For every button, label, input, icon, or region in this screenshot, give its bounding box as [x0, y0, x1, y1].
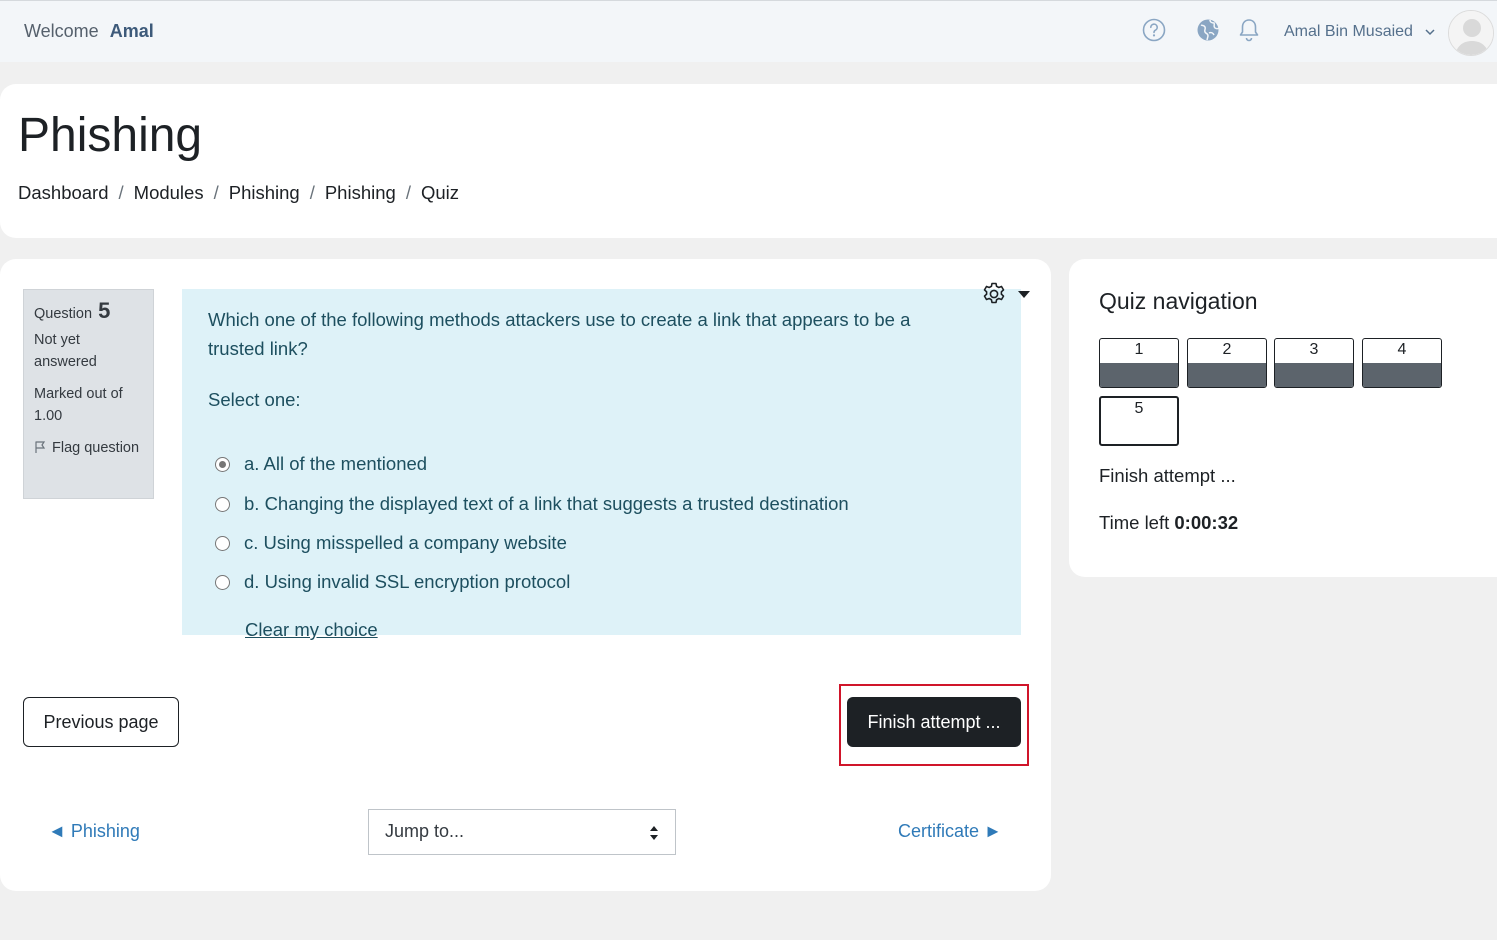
select-one-prompt: Select one:: [208, 389, 301, 410]
question-formulation: Which one of the following methods attac…: [182, 289, 1021, 640]
radio-button[interactable]: [215, 496, 230, 512]
breadcrumb-separator: /: [118, 182, 124, 203]
flag-question-label: Flag question: [52, 440, 140, 456]
question-info-panel: Question 5 Not yet answered Marked out o…: [23, 289, 154, 499]
question-mark: Marked out of 1.00: [34, 386, 123, 424]
page-title: Phishing: [18, 109, 203, 162]
previous-activity-link[interactable]: ◄ Phishing: [48, 821, 140, 842]
gear-icon[interactable]: [981, 281, 1007, 307]
user-silhouette-icon: [1449, 11, 1493, 55]
next-activity-link[interactable]: Certificate ►: [898, 821, 1002, 842]
flag-question-toggle[interactable]: Flag question: [34, 437, 143, 459]
answer-option-c[interactable]: c. Using misspelled a company website: [215, 532, 567, 554]
quiz-nav-question-3[interactable]: 3: [1274, 338, 1354, 388]
breadcrumb-item-dashboard[interactable]: Dashboard: [18, 182, 109, 204]
breadcrumb-item-quiz[interactable]: Quiz: [421, 182, 459, 204]
quiz-navigation-block: Quiz navigation 1 2 3 4 5 Finish attempt…: [1069, 259, 1497, 577]
question-text: Which one of the following methods attac…: [208, 309, 911, 359]
quiz-nav-question-5[interactable]: 5: [1099, 396, 1179, 446]
jump-to-select[interactable]: Jump to...: [368, 809, 676, 855]
answer-option-label: a. All of the mentioned: [244, 453, 428, 474]
quiz-nav-question-4[interactable]: 4: [1362, 338, 1442, 388]
jump-to-value: Jump to...: [385, 821, 465, 841]
question-label: Question: [34, 306, 93, 322]
select-arrows-icon: [650, 826, 658, 840]
bell-icon[interactable]: [1236, 17, 1262, 43]
breadcrumb-separator: /: [405, 182, 411, 203]
user-menu-name[interactable]: Amal Bin Musaied: [1284, 23, 1413, 41]
answer-option-label: c. Using misspelled a company website: [244, 532, 567, 553]
answer-option-label: b. Changing the displayed text of a link…: [244, 493, 849, 514]
welcome-label: Welcome: [24, 21, 99, 41]
avatar[interactable]: [1448, 10, 1494, 56]
question-number: 5: [98, 298, 111, 323]
question-status-bar: [1188, 363, 1266, 387]
time-left-label: Time left: [1099, 512, 1170, 533]
question-status-bar: [1275, 363, 1353, 387]
top-navbar: Welcome Amal Amal Bin Musaied: [0, 0, 1497, 62]
quiz-nav-number: 1: [1134, 341, 1144, 358]
question-status-bar: [1100, 363, 1178, 387]
help-icon[interactable]: [1141, 17, 1167, 43]
answer-option-label: d. Using invalid SSL encryption protocol: [244, 571, 571, 592]
breadcrumb-item-course[interactable]: Phishing: [229, 182, 300, 204]
welcome-text: Welcome Amal: [24, 21, 154, 42]
radio-button[interactable]: [215, 535, 230, 551]
question-status-bar: [1363, 363, 1441, 387]
quiz-nav-number: 4: [1397, 341, 1407, 358]
quiz-nav-question-1[interactable]: 1: [1099, 338, 1179, 388]
welcome-name: Amal: [109, 21, 154, 41]
quiz-nav-question-2[interactable]: 2: [1187, 338, 1267, 388]
time-left: Time left 0:00:32: [1099, 512, 1238, 534]
radio-button[interactable]: [215, 574, 230, 590]
time-left-value: 0:00:32: [1174, 512, 1239, 533]
breadcrumb-separator: /: [213, 182, 219, 203]
quiz-main-region: Question 5 Not yet answered Marked out o…: [0, 259, 1051, 891]
breadcrumb-separator: /: [309, 182, 315, 203]
quiz-navigation-title: Quiz navigation: [1099, 288, 1258, 314]
quiz-nav-number: 2: [1222, 341, 1232, 358]
breadcrumb: Dashboard / Modules / Phishing / Phishin…: [18, 182, 459, 204]
flag-icon: [35, 441, 46, 453]
chevron-down-icon[interactable]: [1423, 25, 1437, 39]
answer-option-d[interactable]: d. Using invalid SSL encryption protocol: [215, 571, 570, 593]
finish-attempt-button[interactable]: Finish attempt ...: [847, 697, 1021, 747]
page-header: Phishing Dashboard / Modules / Phishing …: [0, 84, 1497, 238]
sidebar-finish-attempt-link[interactable]: Finish attempt ...: [1099, 465, 1236, 487]
answer-option-b[interactable]: b. Changing the displayed text of a link…: [215, 493, 849, 515]
clear-choice-link[interactable]: Clear my choice: [245, 619, 378, 641]
answer-option-a[interactable]: a. All of the mentioned: [215, 453, 427, 475]
radio-button[interactable]: [215, 456, 230, 472]
quiz-nav-number: 5: [1134, 400, 1144, 417]
globe-icon[interactable]: [1195, 17, 1221, 43]
breadcrumb-item-section[interactable]: Phishing: [325, 182, 396, 204]
question-number-row: Question 5: [34, 300, 143, 325]
quiz-nav-number: 3: [1309, 341, 1319, 358]
breadcrumb-item-modules[interactable]: Modules: [134, 182, 204, 204]
previous-page-button[interactable]: Previous page: [23, 697, 179, 747]
caret-down-icon[interactable]: [1018, 291, 1030, 298]
question-state: Not yet answered: [34, 332, 97, 370]
